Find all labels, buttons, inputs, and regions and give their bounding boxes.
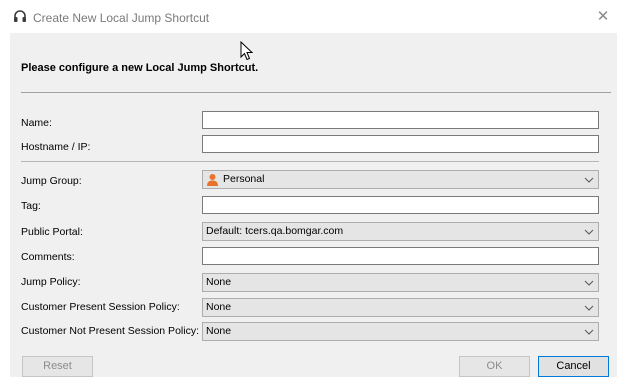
customer-not-present-policy-value: None bbox=[206, 325, 232, 337]
jump-policy-label: Jump Policy: bbox=[21, 276, 81, 288]
public-portal-value: Default: tcers.qa.bomgar.com bbox=[206, 225, 344, 237]
chevron-down-icon bbox=[584, 305, 594, 311]
mouse-cursor-icon bbox=[240, 41, 254, 61]
customer-present-policy-label: Customer Present Session Policy: bbox=[21, 301, 180, 313]
jump-group-label: Jump Group: bbox=[21, 175, 82, 187]
dialog-content: Please configure a new Local Jump Shortc… bbox=[10, 33, 617, 377]
customer-not-present-policy-select[interactable]: None bbox=[202, 322, 599, 341]
dialog-heading: Please configure a new Local Jump Shortc… bbox=[21, 62, 259, 74]
comments-field[interactable] bbox=[202, 247, 599, 265]
headset-icon bbox=[14, 10, 26, 22]
tag-label: Tag: bbox=[21, 200, 41, 212]
chevron-down-icon bbox=[584, 229, 594, 235]
customer-not-present-policy-label: Customer Not Present Session Policy: bbox=[21, 325, 199, 337]
chevron-down-icon bbox=[584, 280, 594, 286]
chevron-down-icon bbox=[584, 329, 594, 335]
customer-present-policy-value: None bbox=[206, 301, 232, 313]
customer-present-policy-select[interactable]: None bbox=[202, 298, 599, 317]
person-icon bbox=[207, 174, 218, 186]
hostname-field[interactable] bbox=[202, 135, 599, 153]
name-label: Name: bbox=[21, 117, 52, 129]
hostname-label: Hostname / IP: bbox=[21, 141, 91, 153]
reset-button[interactable]: Reset bbox=[22, 356, 93, 377]
jump-group-value: Personal bbox=[223, 173, 265, 185]
heading-divider bbox=[21, 92, 611, 93]
title-bar: Create New Local Jump Shortcut ✕ bbox=[0, 0, 617, 33]
close-button[interactable]: ✕ bbox=[594, 8, 612, 26]
window-title: Create New Local Jump Shortcut bbox=[33, 11, 210, 25]
jump-policy-value: None bbox=[206, 276, 232, 288]
fields-divider bbox=[21, 161, 599, 162]
public-portal-label: Public Portal: bbox=[21, 226, 83, 238]
tag-field[interactable] bbox=[202, 196, 599, 214]
close-icon: ✕ bbox=[596, 8, 610, 25]
jump-group-select[interactable]: Personal bbox=[202, 170, 599, 189]
cancel-button[interactable]: Cancel bbox=[538, 356, 609, 377]
chevron-down-icon bbox=[584, 177, 594, 183]
jump-policy-select[interactable]: None bbox=[202, 273, 599, 292]
ok-button[interactable]: OK bbox=[459, 356, 530, 377]
comments-label: Comments: bbox=[21, 251, 75, 263]
name-field[interactable] bbox=[202, 111, 599, 129]
public-portal-select[interactable]: Default: tcers.qa.bomgar.com bbox=[202, 222, 599, 241]
